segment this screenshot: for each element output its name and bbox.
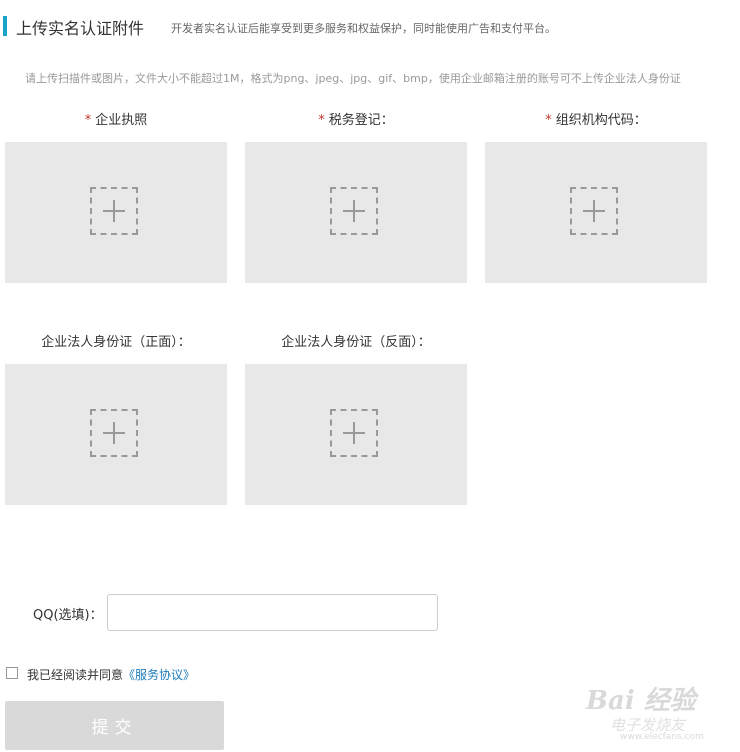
required-mark: * (318, 113, 325, 128)
id-back-upload[interactable] (245, 364, 467, 505)
business-license-label: * 企业执照 (5, 109, 227, 128)
section-header: 上传实名认证附件 开发者实名认证后能享受到更多服务和权益保护，同时能使用广告和支… (3, 16, 733, 38)
business-license-upload[interactable] (5, 142, 227, 283)
id-back-label: 企业法人身份证（反面）： (281, 335, 431, 350)
submit-button[interactable]: 提交 (5, 701, 224, 750)
upload-hint: 请上传扫描件或图片，文件大小不能超过1M，格式为png、jpeg、jpg、gif… (25, 72, 681, 85)
business-license-label-text: 企业执照 (95, 113, 148, 128)
tax-registration-label: * 税务登记： (245, 109, 467, 128)
id-front-upload[interactable] (5, 364, 227, 505)
org-code-label-text: 组织机构代码： (555, 113, 647, 128)
qq-label: QQ(选填)： (33, 608, 103, 623)
agreement-label: 我已经阅读并同意 (27, 668, 124, 682)
service-agreement-link[interactable]: 《服务协议》 (123, 668, 195, 682)
org-code-label: * 组织机构代码： (485, 109, 707, 128)
qq-input[interactable] (107, 594, 438, 631)
page-description: 开发者实名认证后能享受到更多服务和权益保护，同时能使用广告和支付平台。 (171, 22, 556, 35)
page-title: 上传实名认证附件 (16, 19, 145, 38)
watermark-main: Bai 经验 (586, 686, 696, 716)
agreement-text: 我已经阅读并同意《服务协议》 (27, 666, 195, 683)
tax-registration-label-text: 税务登记： (328, 113, 394, 128)
agreement-checkbox[interactable] (6, 667, 18, 679)
add-image-icon (90, 409, 138, 457)
add-image-icon (90, 187, 138, 235)
watermark: Bai 经验 电子发烧友 www.elecfans.com (580, 674, 730, 744)
id-front-label: 企业法人身份证（正面）： (41, 335, 191, 350)
required-mark: * (84, 113, 92, 128)
required-mark: * (545, 113, 552, 128)
watermark-url: www.elecfans.com (620, 732, 704, 742)
add-image-icon (330, 187, 378, 235)
org-code-upload[interactable] (485, 142, 707, 283)
add-image-icon (570, 187, 618, 235)
tax-registration-upload[interactable] (245, 142, 467, 283)
header-accent-bar (3, 16, 7, 36)
add-image-icon (330, 409, 378, 457)
